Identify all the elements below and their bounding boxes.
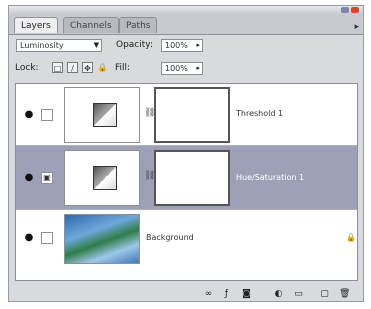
fill-label: Fill: xyxy=(115,63,131,73)
layer-row[interactable]: ● ⛓ Threshold 1 xyxy=(16,84,357,146)
fill-value: 100% xyxy=(165,64,188,73)
layer-mask-thumbnail[interactable] xyxy=(154,87,230,143)
trash-icon[interactable]: 🗑 xyxy=(339,289,350,300)
fill-field[interactable]: 100% ▸ xyxy=(161,62,203,75)
adjustment-layer-icon xyxy=(93,103,117,127)
lock-label: Lock: xyxy=(15,63,39,73)
lock-row: Lock: □ / ✥ 🔒 Fill: 100% ▸ xyxy=(9,62,363,77)
layer-link-box[interactable] xyxy=(41,109,53,121)
tab-paths[interactable]: Paths xyxy=(119,17,158,33)
tab-channels[interactable]: Channels xyxy=(63,17,119,33)
background-thumbnail[interactable] xyxy=(64,214,140,264)
layer-style-icon[interactable]: ƒ xyxy=(221,289,232,300)
layer-link-box[interactable] xyxy=(41,232,53,244)
layer-thumbnail[interactable] xyxy=(64,150,140,206)
link-layers-icon[interactable]: ∞ xyxy=(203,289,214,300)
adjustment-layer-icon[interactable]: ◐ xyxy=(273,289,284,300)
lock-icon: 🔒 xyxy=(346,233,356,242)
chevron-down-icon: ▼ xyxy=(93,41,99,49)
panel-menu-icon[interactable]: ▸ xyxy=(354,22,359,32)
panel-titlebar xyxy=(9,6,363,14)
new-layer-icon[interactable]: ▢ xyxy=(319,289,330,300)
layer-mask-thumbnail[interactable] xyxy=(154,150,230,206)
move-lock-icon[interactable]: ✥ xyxy=(82,62,93,73)
layer-row[interactable]: ● Background 🔒 xyxy=(16,210,357,268)
blend-row: Luminosity ▼ Opacity: 100% ▸ xyxy=(9,39,363,54)
eye-icon[interactable]: ● xyxy=(23,109,35,121)
layer-name[interactable]: Background xyxy=(146,233,194,242)
opacity-field[interactable]: 100% ▸ xyxy=(161,39,203,52)
opacity-label: Opacity: xyxy=(116,40,153,50)
eye-icon[interactable]: ● xyxy=(23,172,35,184)
minimize-button[interactable] xyxy=(341,7,349,13)
panel-footer: ∞ ƒ ◙ ◐ ▭ ▢ 🗑 xyxy=(9,287,363,301)
opacity-value: 100% xyxy=(165,41,188,50)
panel-tabs: Layers Channels Paths ▸ xyxy=(9,14,363,35)
layer-row-selected[interactable]: ● ▣ ⛓ Hue/Saturation 1 xyxy=(16,146,357,210)
layer-thumbnail[interactable] xyxy=(64,87,140,143)
layers-panel: Layers Channels Paths ▸ Luminosity ▼ Opa… xyxy=(8,5,364,302)
adjustment-layer-icon xyxy=(93,166,117,190)
eye-icon[interactable]: ● xyxy=(23,232,35,244)
padlock-icon[interactable]: 🔒 xyxy=(97,62,108,73)
blend-mode-dropdown[interactable]: Luminosity ▼ xyxy=(16,39,102,52)
triangle-right-icon: ▸ xyxy=(196,41,200,49)
layer-name[interactable]: Hue/Saturation 1 xyxy=(236,173,304,182)
layer-name[interactable]: Threshold 1 xyxy=(236,109,283,118)
brush-icon[interactable]: ▣ xyxy=(41,172,53,184)
tab-layers[interactable]: Layers xyxy=(14,17,58,33)
blend-mode-value: Luminosity xyxy=(20,41,64,50)
add-mask-icon[interactable]: ◙ xyxy=(241,289,252,300)
transparency-lock-icon[interactable]: □ xyxy=(52,62,63,73)
close-button[interactable] xyxy=(351,7,359,13)
brush-lock-icon[interactable]: / xyxy=(67,62,78,73)
layers-list: ● ⛓ Threshold 1 ● ▣ ⛓ Hue/Saturation 1 ● xyxy=(15,83,358,281)
triangle-right-icon: ▸ xyxy=(196,64,200,72)
new-group-icon[interactable]: ▭ xyxy=(293,289,304,300)
